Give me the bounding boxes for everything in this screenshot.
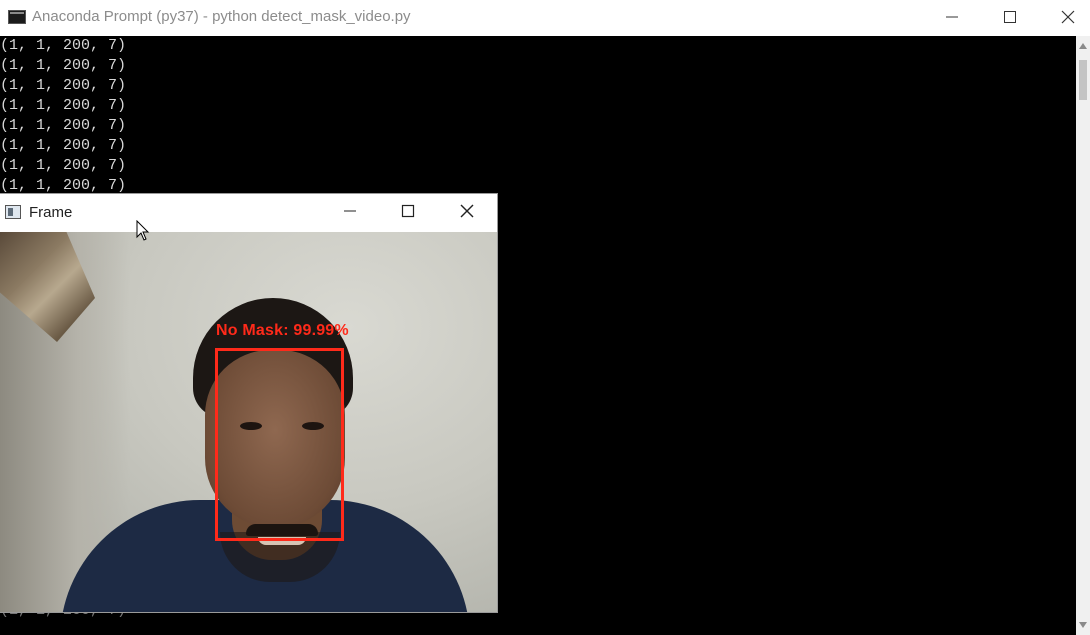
frame-titlebar[interactable]: Frame <box>0 194 497 232</box>
frame-close-button[interactable] <box>437 194 497 228</box>
face-detection-box <box>215 348 344 541</box>
frame-window[interactable]: Frame No Mask: 99.99% <box>0 194 497 612</box>
close-icon <box>460 204 474 218</box>
console-line: (1, 1, 200, 7) <box>0 37 127 54</box>
frame-maximize-button[interactable] <box>378 194 438 228</box>
webcam-video-feed: No Mask: 99.99% <box>0 232 497 612</box>
console-scrollbar[interactable] <box>1076 36 1090 635</box>
console-line: (1, 1, 200, 7) <box>0 57 127 74</box>
scroll-up-arrow-icon[interactable] <box>1078 42 1088 50</box>
console-line: (1, 1, 200, 7) <box>0 157 127 174</box>
frame-title: Frame <box>29 204 73 221</box>
opencv-window-icon <box>5 205 21 219</box>
console-line: (1, 1, 200, 7) <box>0 137 127 154</box>
console-line: (1, 1, 200, 7) <box>0 117 127 134</box>
detection-label: No Mask: 99.99% <box>216 322 349 339</box>
console-line: (1, 1, 200, 7) <box>0 177 127 194</box>
terminal-icon <box>8 10 26 24</box>
maximize-icon <box>1004 11 1016 23</box>
frame-minimize-button[interactable] <box>320 194 380 228</box>
console-close-button[interactable] <box>1038 0 1090 34</box>
minimize-icon <box>344 210 356 212</box>
console-maximize-button[interactable] <box>980 0 1040 34</box>
close-icon <box>1061 10 1075 24</box>
maximize-icon <box>401 204 415 218</box>
console-title: Anaconda Prompt (py37) - python detect_m… <box>32 8 411 25</box>
minimize-icon <box>946 16 958 18</box>
console-minimize-button[interactable] <box>922 0 982 34</box>
scroll-down-arrow-icon[interactable] <box>1078 621 1088 629</box>
console-titlebar[interactable]: Anaconda Prompt (py37) - python detect_m… <box>0 0 1090 36</box>
console-line: (1, 1, 200, 7) <box>0 77 127 94</box>
mouse-pointer-icon <box>136 220 150 241</box>
scrollbar-thumb[interactable] <box>1079 60 1087 100</box>
console-line: (1, 1, 200, 7) <box>0 97 127 114</box>
